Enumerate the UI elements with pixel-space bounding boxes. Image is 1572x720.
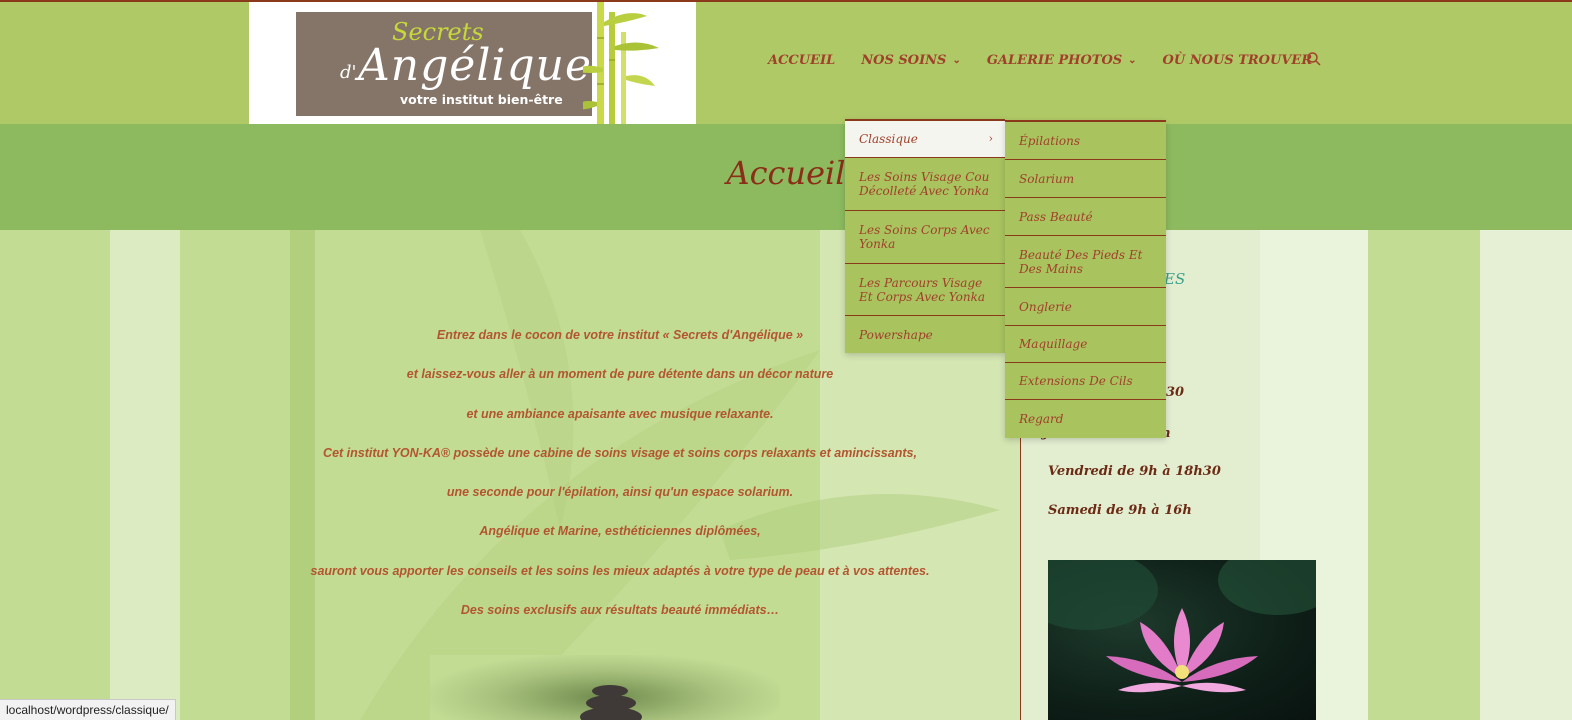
submenu-item-label: Pass Beauté [1019, 209, 1093, 224]
nav-label: ACCUEIL [768, 52, 836, 68]
submenu-item-pass-beaute[interactable]: Pass Beauté [1005, 198, 1166, 236]
lotus-photo [1048, 560, 1316, 720]
submenu-item-label: Onglerie [1019, 299, 1072, 314]
chevron-down-icon: ⌄ [1128, 54, 1137, 66]
submenu-item-label: Solarium [1019, 171, 1075, 186]
dropdown-item-powershape[interactable]: Powershape [845, 316, 1005, 353]
dropdown-item-soins-corps[interactable]: Les Soins Corps Avec Yonka [845, 211, 1005, 264]
submenu-item-label: Extensions De Cils [1019, 374, 1133, 388]
intro-text: Entrez dans le cocon de votre institut «… [290, 326, 950, 640]
search-icon[interactable] [1307, 52, 1321, 66]
sidebar-heading: ES [1164, 270, 1186, 288]
submenu-item-extensions-cils[interactable]: Extensions De Cils [1005, 363, 1166, 400]
intro-line: et laissez-vous aller à un moment de pur… [406, 367, 834, 382]
nav-item-nos-soins[interactable]: NOS SOINS ⌄ [861, 53, 961, 68]
submenu-item-regard[interactable]: Regard [1005, 400, 1166, 438]
intro-line: Des soins exclusifs aux résultats beauté… [460, 603, 780, 618]
nav-item-ou-nous-trouver[interactable]: OÙ NOUS TROUVER [1163, 53, 1313, 68]
hours-line: Vendredi de 9h à 18h30 [1048, 464, 1221, 479]
dropdown-item-parcours[interactable]: Les Parcours Visage Et Corps Avec Yonka [845, 264, 1005, 316]
stone [580, 707, 642, 720]
nos-soins-dropdown: Classique › Les Soins Visage Cou Décolle… [845, 119, 1005, 353]
dropdown-item-soins-visage[interactable]: Les Soins Visage Cou Décolleté Avec Yonk… [845, 158, 1005, 211]
dropdown-item-label: Les Parcours Visage Et Corps Avec Yonka [859, 275, 986, 304]
logo-tagline: votre institut bien-être [400, 92, 563, 107]
logo-name-text: Angélique [358, 40, 593, 91]
submenu-item-label: Maquillage [1019, 337, 1088, 351]
dropdown-item-label: Classique [859, 132, 918, 146]
dropdown-item-label: Les Soins Corps Avec Yonka [859, 223, 990, 251]
browser-status-url: localhost/wordpress/classique/ [0, 699, 176, 720]
submenu-item-maquillage[interactable]: Maquillage [1005, 326, 1166, 363]
intro-line: Angélique et Marine, esthéticiennes dipl… [479, 524, 761, 539]
site-logo[interactable]: Secrets d' Angélique votre institut bien… [249, 2, 696, 126]
hours-line: Samedi de 9h à 16h [1048, 503, 1192, 518]
intro-line: Cet institut YON-KA® possède une cabine … [323, 445, 917, 460]
zen-stones-photo [430, 655, 780, 720]
intro-line: et une ambiance apaisante avec musique r… [466, 406, 774, 421]
background-stripe [110, 230, 180, 720]
submenu-item-label: Regard [1019, 412, 1064, 426]
logo-d-text: d' [340, 62, 357, 83]
bamboo-illustration [583, 2, 659, 126]
classique-submenu: Épilations Solarium Pass Beauté Beauté D… [1005, 120, 1166, 438]
dropdown-item-classique[interactable]: Classique › [845, 121, 1005, 158]
nav-item-accueil[interactable]: ACCUEIL [768, 53, 835, 68]
submenu-item-label: Beauté Des Pieds Et Des Mains [1019, 247, 1143, 276]
intro-line: sauront vous apporter les conseils et le… [310, 563, 930, 578]
page-title: Accueil [726, 154, 846, 192]
submenu-item-pieds-mains[interactable]: Beauté Des Pieds Et Des Mains [1005, 236, 1166, 288]
submenu-item-onglerie[interactable]: Onglerie [1005, 288, 1166, 326]
nav-label: OÙ NOUS TROUVER [1162, 52, 1313, 68]
nav-label: GALERIE PHOTOS [986, 52, 1123, 68]
submenu-item-label: Épilations [1019, 133, 1081, 148]
main-content: Entrez dans le cocon de votre institut «… [0, 230, 1572, 720]
background-stripe [1480, 230, 1572, 720]
submenu-item-solarium[interactable]: Solarium [1005, 160, 1166, 198]
logo-plate: Secrets d' Angélique votre institut bien… [296, 12, 592, 116]
hours-partial: 30 [1166, 385, 1185, 400]
dropdown-item-label: Powershape [859, 327, 933, 342]
chevron-right-icon: › [988, 132, 993, 145]
nav-label: NOS SOINS [861, 52, 947, 68]
lotus-flower-image [1048, 560, 1316, 693]
site-header: Secrets d' Angélique votre institut bien… [0, 0, 1572, 126]
main-nav: ACCUEIL NOS SOINS ⌄ GALERIE PHOTOS ⌄ OÙ … [768, 48, 1338, 72]
chevron-down-icon: ⌄ [952, 54, 961, 66]
page-title-band: Accueil [0, 124, 1572, 230]
dropdown-item-label: Les Soins Visage Cou Décolleté Avec Yonk… [859, 170, 990, 198]
nav-item-galerie-photos[interactable]: GALERIE PHOTOS ⌄ [987, 53, 1137, 68]
submenu-item-epilations[interactable]: Épilations [1005, 122, 1166, 160]
intro-line: une seconde pour l'épilation, ainsi qu'u… [446, 485, 794, 500]
